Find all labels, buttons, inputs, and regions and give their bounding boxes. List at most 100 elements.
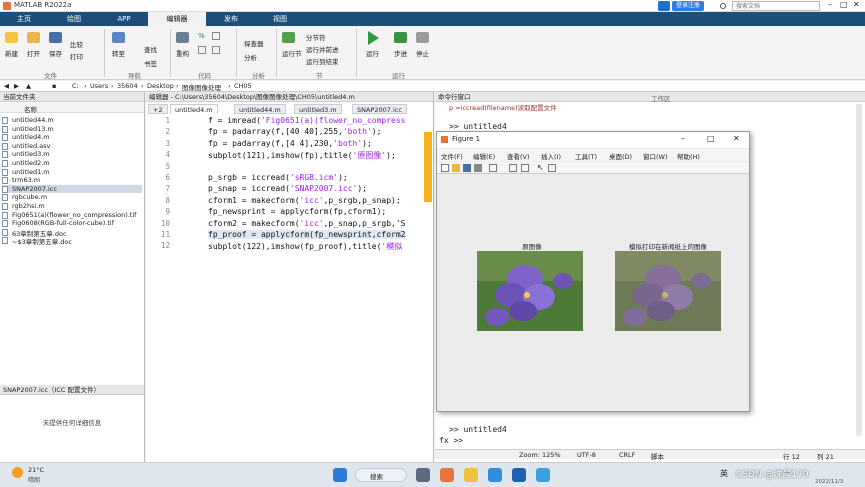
- run-to-end-button[interactable]: 运行到结束: [306, 56, 339, 66]
- file-list-item[interactable]: untitled3.m: [2, 150, 50, 159]
- figure-menu-item[interactable]: 查看(V): [507, 151, 530, 161]
- tab-editor[interactable]: 编辑器: [148, 12, 206, 26]
- fig-new-icon[interactable]: [441, 164, 449, 172]
- run-button[interactable]: 运行: [366, 48, 379, 58]
- figure-menu-item[interactable]: 插入(I): [541, 151, 561, 161]
- close-button[interactable]: ✕: [853, 0, 860, 9]
- breadcrumb-drive[interactable]: C:: [72, 82, 79, 90]
- breadcrumb-desktop[interactable]: Desktop: [147, 82, 174, 90]
- code-line[interactable]: cform2 = makecform('icc',p_snap,p_srgb,'…: [208, 219, 406, 228]
- breadcrumb-users[interactable]: Users: [90, 82, 108, 90]
- figure-window[interactable]: Figure 1 – □ ✕ 文件(F) 编辑(E) 查看(V) 插入(I) 工具(T)…: [436, 131, 750, 412]
- figure-menu-item[interactable]: 工具(T): [575, 151, 597, 161]
- editor-tab-snap2007[interactable]: SNAP2007.icc: [352, 104, 407, 114]
- new-button[interactable]: 新建: [5, 48, 18, 58]
- editor-tab-untitled44[interactable]: untitled44.m: [234, 104, 286, 114]
- back-arrow-icon[interactable]: ◀: [4, 82, 9, 90]
- tab-home[interactable]: 主页: [0, 12, 48, 26]
- fig-colorbar-icon[interactable]: [509, 164, 517, 172]
- debugger-button[interactable]: 探查器: [244, 38, 264, 48]
- figure-menu-item[interactable]: 帮助(H): [677, 151, 700, 161]
- fig-legend-icon[interactable]: [521, 164, 529, 172]
- breadcrumb-user[interactable]: 35604: [117, 82, 138, 90]
- file-list-item[interactable]: Fig0651(a)(flower_no_compression).tif: [2, 211, 136, 219]
- fig-print-icon[interactable]: [474, 164, 482, 172]
- format-icon[interactable]: [198, 46, 206, 54]
- up-folder-icon[interactable]: ▲: [26, 82, 31, 90]
- refactor-button[interactable]: 重构: [176, 48, 189, 58]
- file-list-item[interactable]: untitled4.m: [2, 133, 50, 142]
- maximize-button[interactable]: □: [840, 0, 848, 9]
- run-section-button[interactable]: 运行节: [282, 48, 302, 58]
- fig-pointer-icon[interactable]: ↖: [537, 163, 544, 172]
- tab-plots[interactable]: 绘图: [48, 12, 100, 26]
- editor-tab-count[interactable]: +2: [148, 104, 168, 114]
- save-button[interactable]: 保存: [49, 48, 62, 58]
- file-list-item[interactable]: rgbcube.m: [2, 193, 47, 202]
- code-line[interactable]: p_srgb = iccread('sRGB.icm');: [208, 173, 348, 182]
- tab-apps[interactable]: APP: [100, 12, 148, 26]
- figure-menu-item[interactable]: 桌面(D): [609, 151, 632, 161]
- fig-link-icon[interactable]: [489, 164, 497, 172]
- warning-marker[interactable]: [424, 132, 432, 202]
- tab-publish[interactable]: 发布: [206, 12, 256, 26]
- address-bar[interactable]: ◀ ▶ ▲ ▪ C: › Users › 35604 › Desktop › 图…: [0, 81, 865, 92]
- wrap-icon[interactable]: [212, 46, 220, 54]
- weather-temp[interactable]: 21°C: [28, 466, 44, 474]
- figure-maximize-button[interactable]: □: [707, 134, 715, 143]
- file-list-item[interactable]: untitled13.m: [2, 125, 54, 133]
- print-button[interactable]: 打印: [70, 51, 83, 61]
- analyze-button[interactable]: 分析: [244, 52, 257, 62]
- file-list-item[interactable]: untitled1.m: [2, 168, 50, 176]
- windows-start-icon[interactable]: [333, 468, 347, 482]
- file-list-item[interactable]: SNAP2007.icc: [2, 184, 142, 193]
- fig-open-icon[interactable]: [452, 164, 460, 172]
- app-icon[interactable]: [536, 468, 550, 482]
- editor-tab-untitled3[interactable]: untitled3.m: [294, 104, 342, 114]
- figure-minimize-button[interactable]: –: [681, 134, 685, 143]
- open-button[interactable]: 打开: [27, 48, 40, 58]
- fig-propedit-icon[interactable]: [548, 164, 556, 172]
- file-list-item[interactable]: trm63.m: [2, 176, 40, 185]
- code-line[interactable]: cform1 = makecform('icc',p_srgb,p_snap);: [208, 196, 401, 205]
- workspace-label[interactable]: 工作区: [651, 93, 671, 103]
- file-list-item[interactable]: rgb2hsi.m: [2, 202, 45, 210]
- cloud-icon[interactable]: [658, 1, 670, 11]
- login-button[interactable]: 登录注册: [672, 1, 705, 11]
- code-line[interactable]: fp = padarray(f,[40 40],255,'both');: [208, 127, 381, 136]
- fig-save-icon[interactable]: [463, 164, 471, 172]
- code-line[interactable]: subplot(121),imshow(fp),title('原图像');: [208, 150, 396, 161]
- file-list-item[interactable]: Fig0608(RGB-full-color-cube).tif: [2, 219, 114, 228]
- file-list-item[interactable]: ~$3章制第五章.doc: [2, 236, 72, 246]
- code-line[interactable]: fp = padarray(f,[4 4],230,'both');: [208, 139, 372, 148]
- minimize-button[interactable]: –: [828, 0, 832, 9]
- run-and-advance-button[interactable]: 运行并前进: [306, 44, 339, 54]
- bookmark-button[interactable]: 书签: [144, 58, 157, 68]
- code-line[interactable]: subplot(122),imshow(fp_proof),title('模拟: [208, 241, 402, 252]
- file-list-item[interactable]: untitled.asv: [2, 142, 50, 150]
- compare-button[interactable]: 比较: [70, 39, 83, 49]
- command-scrollbar[interactable]: [856, 104, 862, 436]
- figure-close-button[interactable]: ✕: [733, 134, 740, 143]
- help-icon[interactable]: [720, 3, 726, 9]
- file-list-item[interactable]: untitled44.m: [2, 116, 54, 124]
- tab-view[interactable]: 视图: [256, 12, 304, 26]
- figure-menu-item[interactable]: 编辑(E): [473, 151, 495, 161]
- column-name-header[interactable]: 名称: [24, 104, 37, 114]
- find-button[interactable]: 查找: [144, 44, 157, 54]
- step-button[interactable]: 步进: [394, 48, 407, 58]
- section-break-button[interactable]: 分节符: [306, 32, 326, 42]
- taskbar-search[interactable]: 搜索: [355, 468, 407, 482]
- task-view-icon[interactable]: [416, 468, 430, 482]
- command-prompt[interactable]: fx >>: [439, 436, 463, 445]
- edge-browser-icon[interactable]: [488, 468, 502, 482]
- search-docs-input[interactable]: [732, 1, 820, 11]
- forward-arrow-icon[interactable]: ▶: [14, 82, 19, 90]
- code-line[interactable]: f = imread('Fig0651(a)(flower_no_compres…: [208, 116, 405, 125]
- matlab-taskbar-icon[interactable]: [440, 468, 454, 482]
- breadcrumb-folder[interactable]: 图像图像处理: [182, 82, 221, 92]
- indent-icon[interactable]: [212, 32, 220, 40]
- figure-menu-item[interactable]: 窗口(W): [643, 151, 668, 161]
- stop-button[interactable]: 停止: [416, 48, 429, 58]
- goto-button[interactable]: 转至: [112, 48, 125, 58]
